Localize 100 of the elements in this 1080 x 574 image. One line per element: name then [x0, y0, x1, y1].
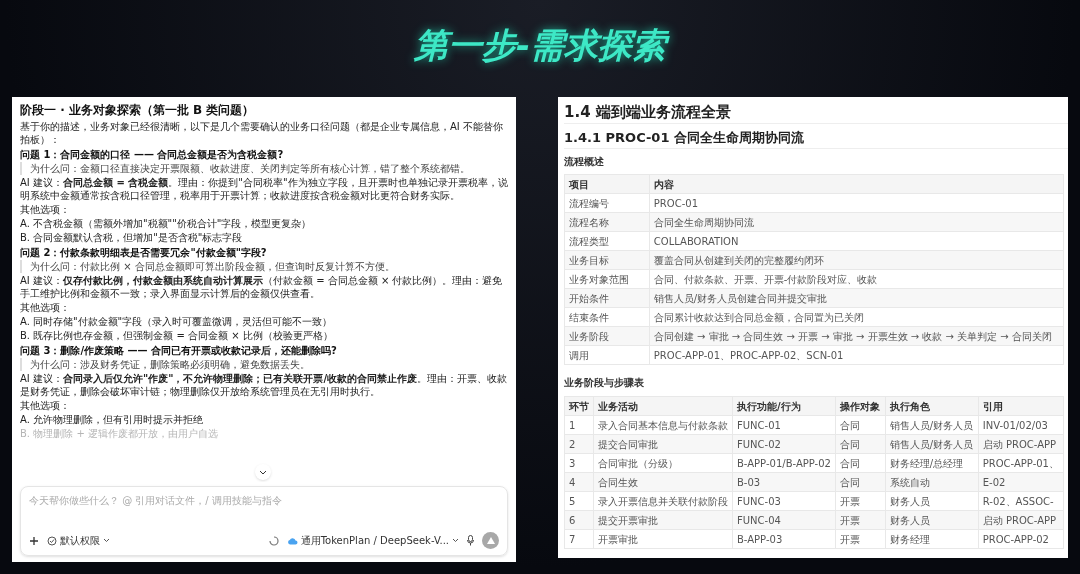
table-cell: 开票	[835, 491, 886, 511]
caret-icon	[452, 538, 459, 543]
table-cell: 提交合同审批	[593, 434, 733, 454]
spinner-icon	[268, 535, 279, 546]
table-cell: PROC-APP-02	[978, 529, 1064, 549]
column-header: 业务活动	[593, 396, 733, 416]
microphone-icon[interactable]	[467, 535, 474, 546]
table-cell: 3	[564, 453, 594, 473]
option-text: A. 允许物理删除，但有引用时提示并拒绝	[20, 413, 205, 426]
table-cell: 启动 PROC-APP	[978, 434, 1064, 454]
table-cell: 开票	[835, 510, 886, 530]
table-cell: 合同累计收款达到合同总金额，合同置为已关闭	[649, 307, 1064, 327]
table-cell: 合同	[835, 472, 886, 492]
table-cell: 录入合同基本信息与付款条款	[593, 415, 733, 435]
column-header: 项目	[564, 174, 650, 194]
option-text: B. 既存比例也存金额，但强制金额 = 合同金额 × 比例（校验更严格）	[20, 329, 334, 342]
table-cell: FUNC-01	[732, 415, 836, 435]
table-cell: 财务经理	[885, 529, 979, 549]
column-header: 操作对象	[835, 396, 886, 416]
table-cell: 销售人员/财务人员	[885, 415, 979, 435]
table-cell: 财务经理/总经理	[885, 453, 979, 473]
question-heading: 问题 1：合同金额的口径 —— 合同总金额是否为含税金额?	[20, 148, 285, 161]
subsection-heading: 1.4.1 PROC-01 合同全生命周期协同流	[564, 128, 1068, 149]
table-cell: 2	[564, 434, 594, 454]
quote-text: 为什么问：涉及财务凭证，删除策略必须明确，避免数据丢失。	[20, 358, 508, 371]
table-cell: 流程编号	[564, 193, 650, 213]
table-cell: 系统自动	[885, 472, 979, 492]
option-text: A. 同时存储"付款金额"字段（录入时可覆盖微调，灵活但可能不一致）	[20, 315, 334, 328]
table-cell: 调用	[564, 345, 650, 365]
table-cell: 4	[564, 472, 594, 492]
column-header: 环节	[564, 396, 594, 416]
table-cell: 开票审批	[593, 529, 733, 549]
table-cell: 业务阶段	[564, 326, 650, 346]
table-cell: E-02	[978, 472, 1064, 492]
options-label: 其他选项：	[20, 399, 71, 412]
chat-heading: 阶段一 · 业务对象探索（第一批 B 类问题）	[20, 102, 256, 118]
check-circle-icon	[47, 535, 57, 546]
quote-text: 为什么问：金额口径直接决定开票限额、收款进度、关闭判定等所有核心计算，错了整个系统都错。	[20, 162, 508, 175]
triangle-icon	[486, 537, 495, 544]
cloud-icon	[286, 536, 298, 545]
table-cell: 合同审批（分级）	[593, 453, 733, 473]
table-cell: 开始条件	[564, 288, 650, 308]
paragraph-label: 流程概述	[564, 155, 605, 169]
table-cell: 合同生效	[593, 472, 733, 492]
table-cell: 财务人员	[885, 510, 979, 530]
table-cell: 合同全生命周期协同流	[649, 212, 1064, 232]
table-cell: PROC-APP-01、	[978, 453, 1064, 473]
table-cell: 流程类型	[564, 231, 650, 251]
table-cell: 1	[564, 415, 594, 435]
option-text: A. 不含税金额（需额外增加"税额""价税合计"字段，模型更复杂）	[20, 217, 313, 230]
column-header: 执行功能/行为	[732, 396, 836, 416]
table-cell: 财务人员	[885, 491, 979, 511]
quote-text: 为什么问：付款比例 × 合同总金额即可算出阶段金额，但查询时反复计算不方便。	[20, 260, 508, 273]
paragraph: AI 建议：仅存付款比例，付款金额由系统自动计算展示（付款金额 = 合同总金额 × 付款比例）。理由：避免手工维护比例和金额不一致；录入界面显示计算后的金额仅供查看。	[20, 274, 504, 300]
permission-dropdown[interactable]: 默认权限	[47, 533, 110, 548]
scroll-down-button[interactable]	[255, 464, 271, 480]
table-cell: 业务目标	[564, 250, 650, 270]
paragraph-label: 业务阶段与步骤表	[564, 376, 645, 390]
chat-input-field[interactable]: 今天帮你做些什么？ @ 引用对话文件，/ 调用技能与指令	[29, 493, 499, 508]
question-heading: 问题 3：删除/作废策略 —— 合同已有开票或收款记录后，还能删除吗?	[20, 344, 338, 357]
column-header: 引用	[978, 396, 1064, 416]
table-cell: 开票	[835, 529, 886, 549]
table-cell: 启动 PROC-APP	[978, 510, 1064, 530]
table-cell: PROC-01	[649, 193, 1064, 213]
table-cell: INV-01/02/03	[978, 415, 1064, 435]
table-cell: R-02、ASSOC-	[978, 491, 1064, 511]
table-cell: B-APP-03	[732, 529, 836, 549]
table-cell: 销售人员/财务人员创建合同并提交审批	[649, 288, 1064, 308]
table-cell: 5	[564, 491, 594, 511]
table-cell: 结束条件	[564, 307, 650, 327]
section-heading: 1.4 端到端业务流程全景	[564, 101, 1068, 124]
paragraph: AI 建议：合同录入后仅允许"作废"，不允许物理删除；已有关联开票/收款的合同禁止作废。理由：开票、收款是财务凭证，删除会破坏审计链；物理删除仅开放给系统管理员在无引用时执行。	[20, 372, 508, 398]
caret-icon	[103, 538, 110, 543]
column-header: 内容	[649, 174, 1064, 194]
table-cell: 录入开票信息并关联付款阶段	[593, 491, 733, 511]
table-cell: 合同	[835, 453, 886, 473]
table-cell: 业务对象范围	[564, 269, 650, 289]
table-cell: 销售人员/财务人员	[885, 434, 979, 454]
model-dropdown[interactable]: 通用TokenPlan / DeepSeek-V...	[286, 533, 459, 548]
table-cell: FUNC-04	[732, 510, 836, 530]
table-cell: B-03	[732, 472, 836, 492]
table-cell: 6	[564, 510, 594, 530]
table-cell: 流程名称	[564, 212, 650, 232]
options-label: 其他选项：	[20, 301, 71, 314]
paragraph: AI 建议：合同总金额 = 含税金额。理由：你提到"合同税率"作为独立字段，且开票时也单独记录开票税率，说明系统中金额通常按含税口径管理，税率用于开票计算；收款进度按含税金额对比更符合财务实际。	[20, 176, 508, 202]
table-cell: 合同创建 → 审批 → 合同生效 → 开票 → 审批 → 开票生效 → 收款 → 关单判定 → 合同关闭	[649, 326, 1064, 346]
option-text: B. 合同金额默认含税，但增加"是否含税"标志字段	[20, 231, 244, 244]
table-cell: 合同	[835, 415, 886, 435]
table-cell: FUNC-02	[732, 434, 836, 454]
table-cell: COLLABORATION	[649, 231, 1064, 251]
table-cell: FUNC-03	[732, 491, 836, 511]
table-cell: 提交开票审批	[593, 510, 733, 530]
table-cell: 7	[564, 529, 594, 549]
option-text: B. 物理删除 + 逻辑作废都开放，由用户自选	[20, 427, 219, 440]
table-cell: 合同	[835, 434, 886, 454]
paragraph: 基于你的描述，业务对象已经很清晰，以下是几个需要确认的业务口径问题（都是企业专属信息，AI 不能替你拍板）：	[20, 120, 504, 146]
table-cell: 合同、付款条款、开票、开票-付款阶段对应、收款	[649, 269, 1064, 289]
table-cell: PROC-APP-01、PROC-APP-02、SCN-01	[649, 345, 1064, 365]
plus-icon[interactable]	[29, 535, 39, 546]
column-header: 执行角色	[885, 396, 979, 416]
